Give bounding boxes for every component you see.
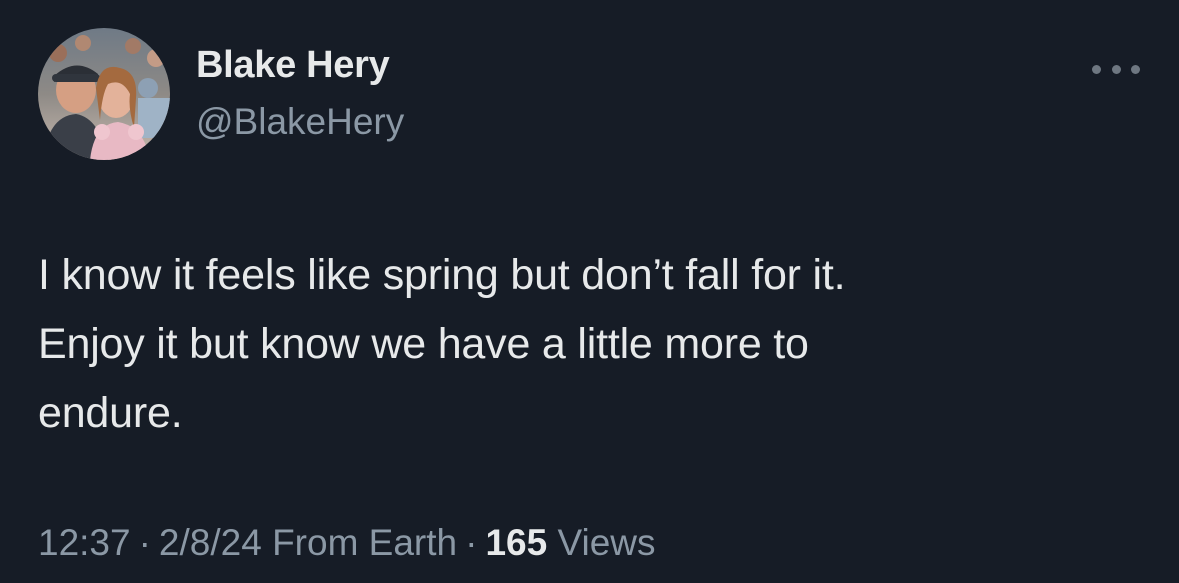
tweet-date[interactable]: 2/8/24 — [159, 522, 262, 563]
tweet-card: Blake Hery @BlakeHery I know it feels li… — [0, 0, 1179, 583]
views-label: Views — [557, 522, 656, 563]
avatar-photo — [38, 28, 170, 160]
tweet-time[interactable]: 12:37 — [38, 522, 131, 563]
more-options-button[interactable] — [1092, 55, 1140, 83]
tweet-metadata: 12:37 · 2/8/24 From Earth · 165 Views — [38, 522, 656, 564]
ellipsis-icon-dot — [1111, 64, 1121, 74]
tweet-source: From Earth — [272, 522, 458, 563]
views-count[interactable]: 165 — [485, 522, 547, 563]
tweet-text: I know it feels like spring but don’t fa… — [38, 251, 846, 437]
avatar[interactable] — [38, 28, 170, 160]
user-handle[interactable]: @BlakeHery — [196, 101, 404, 143]
display-name[interactable]: Blake Hery — [196, 44, 390, 87]
separator: · — [465, 522, 478, 563]
ellipsis-icon-dot — [1131, 64, 1140, 74]
ellipsis-icon — [1092, 64, 1101, 74]
separator: · — [138, 522, 151, 563]
